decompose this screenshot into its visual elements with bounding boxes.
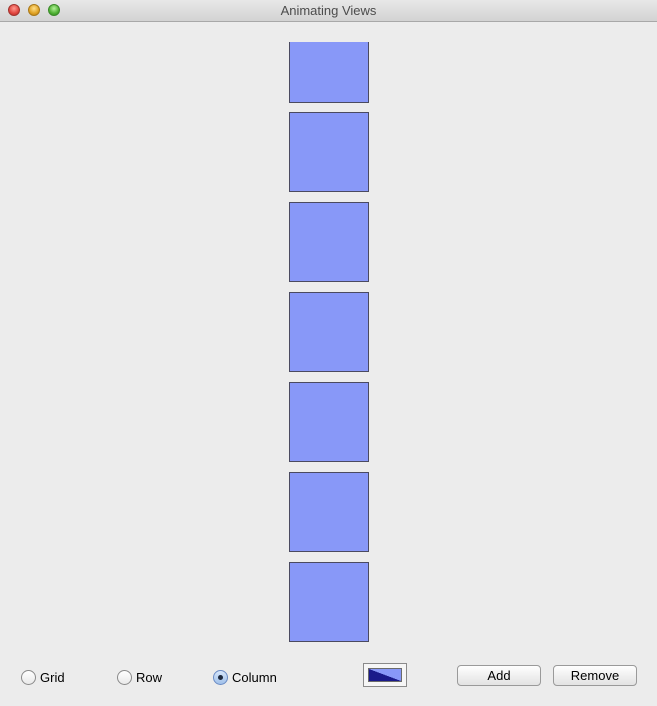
remove-button[interactable]: Remove — [553, 665, 637, 686]
animated-view-box — [289, 202, 369, 282]
window-title: Animating Views — [280, 3, 377, 18]
content-area: Grid Row Column Add Remove — [0, 22, 657, 706]
grid-radio-option[interactable]: Grid — [21, 667, 65, 687]
animated-view-box — [289, 562, 369, 642]
row-radio-button[interactable] — [117, 669, 132, 685]
animated-view-box — [289, 112, 369, 192]
grid-radio-button[interactable] — [21, 669, 36, 685]
animated-view-box — [289, 42, 369, 103]
title-bar[interactable]: Animating Views — [0, 0, 657, 22]
column-radio-label[interactable]: Column — [232, 670, 277, 685]
app-window: Animating Views Grid Row Column Add Remo… — [0, 0, 657, 706]
column-radio-option[interactable]: Column — [213, 667, 277, 687]
row-radio-option[interactable]: Row — [117, 667, 162, 687]
color-well[interactable] — [363, 663, 407, 687]
animated-view-box — [289, 382, 369, 462]
grid-radio-label[interactable]: Grid — [40, 670, 65, 685]
animated-view-box — [289, 472, 369, 552]
row-radio-label[interactable]: Row — [136, 670, 162, 685]
color-swatch — [368, 668, 402, 682]
animated-view-box — [289, 292, 369, 372]
column-radio-button[interactable] — [213, 669, 228, 685]
add-button[interactable]: Add — [457, 665, 541, 686]
